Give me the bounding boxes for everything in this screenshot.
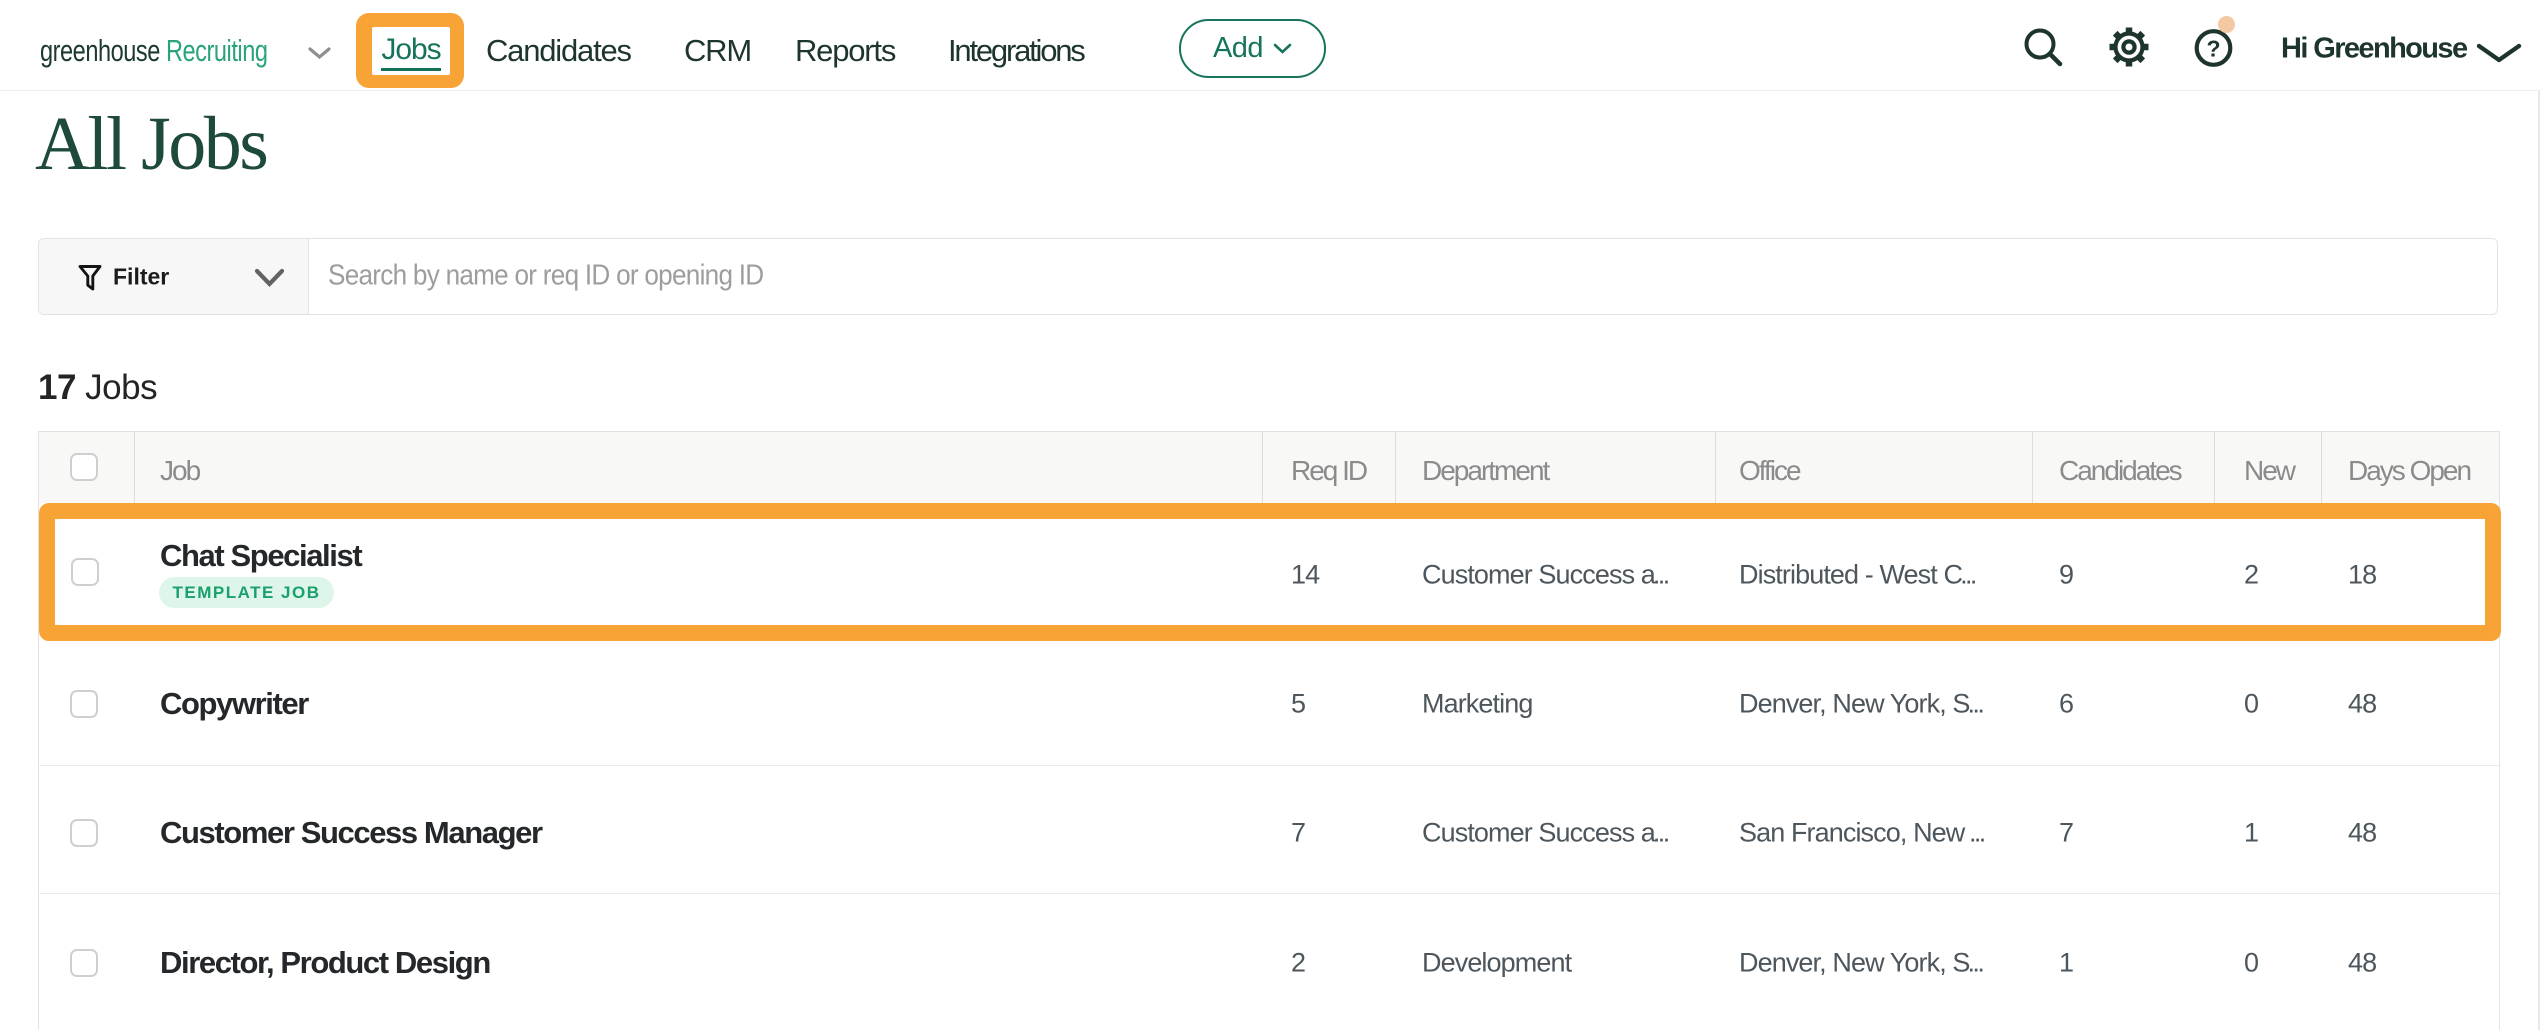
svg-text:?: ? <box>2206 36 2220 62</box>
